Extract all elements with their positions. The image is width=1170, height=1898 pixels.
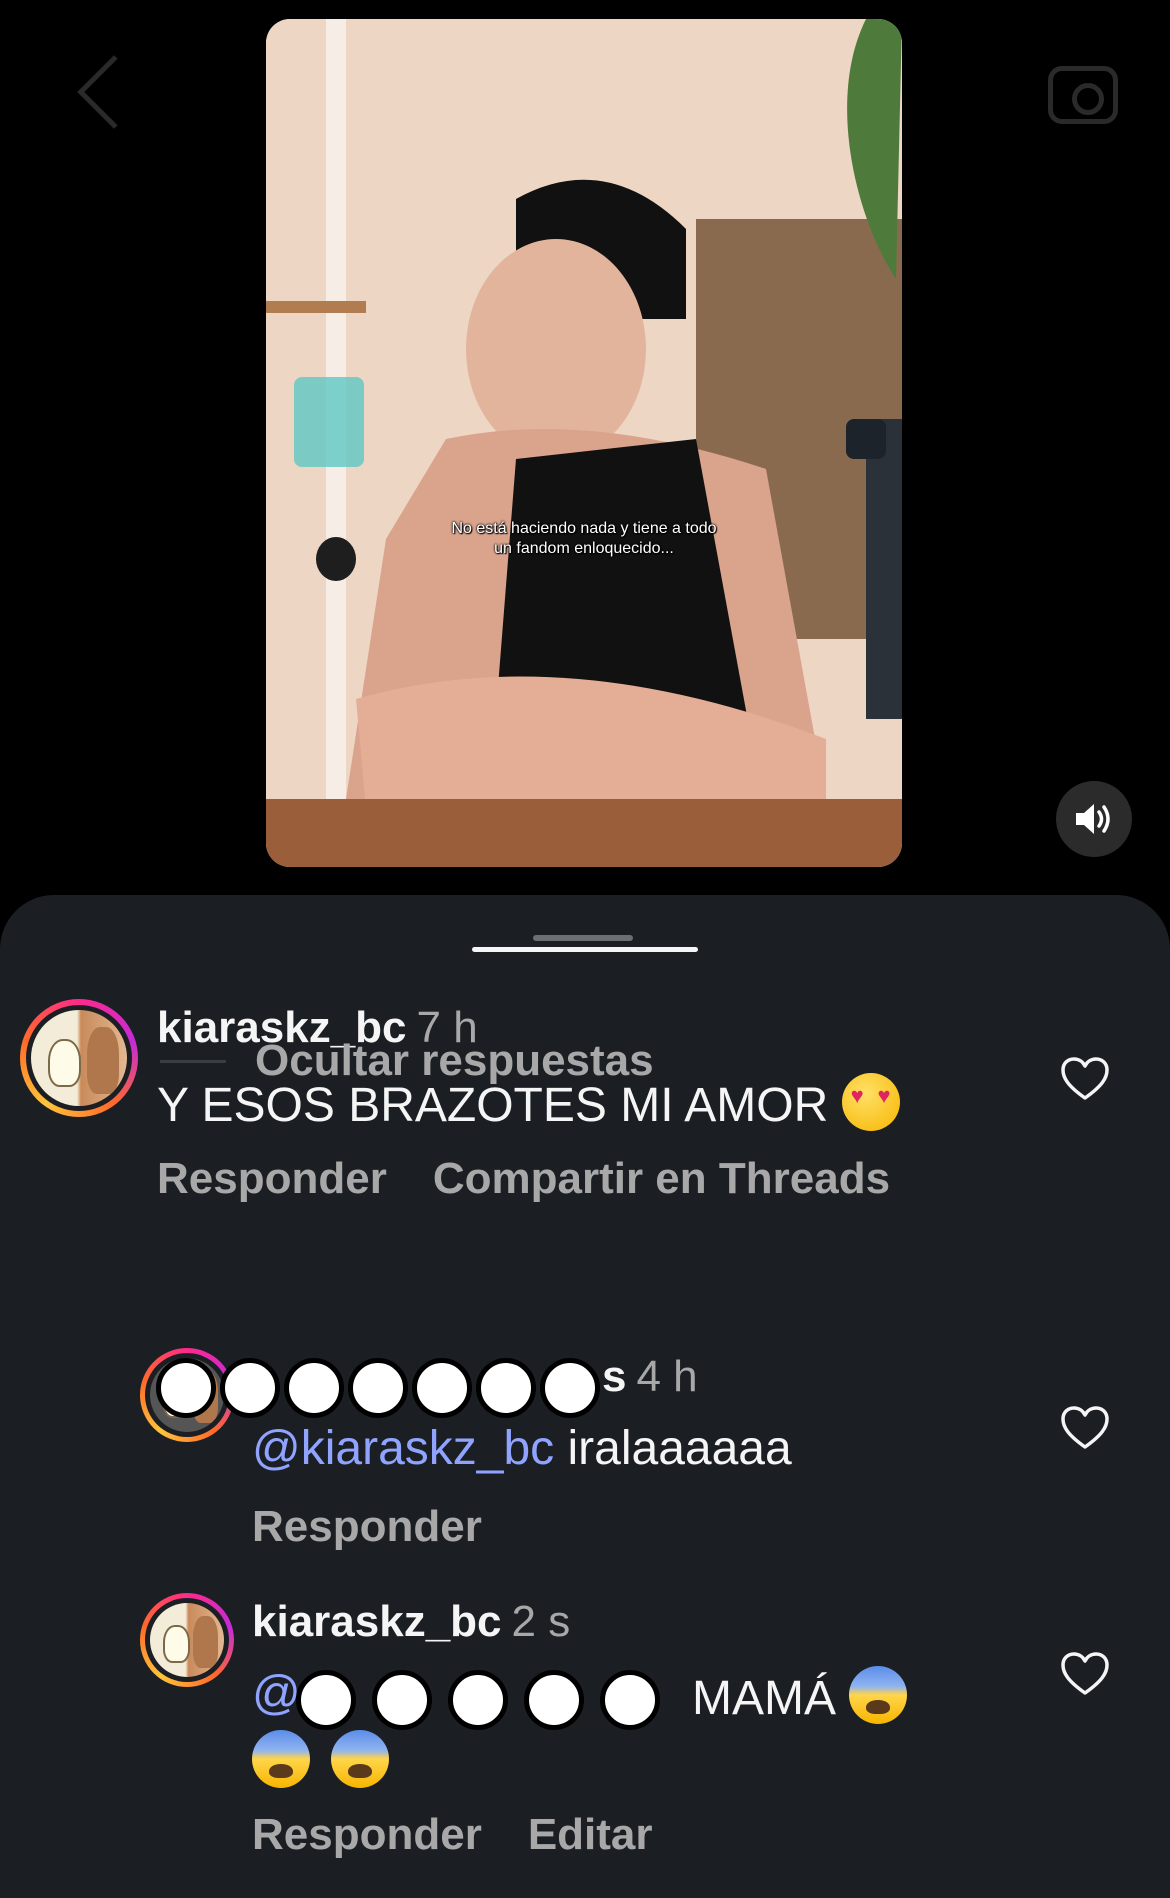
avatar[interactable] xyxy=(140,1593,234,1687)
speaker-icon xyxy=(1076,804,1110,834)
comment-body: Y ESOS BRAZOTES MI AMOR xyxy=(157,1079,829,1132)
reply-body: MAMÁ xyxy=(692,1672,836,1725)
back-arrow-icon[interactable] xyxy=(77,55,151,129)
redaction-dot xyxy=(540,1358,600,1418)
hide-replies-button[interactable]: Ocultar respuestas xyxy=(255,1036,654,1086)
reply-time: 2 s xyxy=(511,1597,571,1646)
reply-emoji-line xyxy=(252,1730,390,1790)
sound-toggle-button[interactable] xyxy=(1056,781,1132,857)
fearful-face-emoji-icon xyxy=(252,1730,310,1788)
avatar[interactable] xyxy=(20,999,138,1117)
reply-body: iralaaaaaa xyxy=(567,1422,792,1475)
reply-text-tail: MAMÁ xyxy=(692,1666,908,1726)
username-text: kiaraskz_bc xyxy=(252,1597,502,1646)
video-subtitle: No está haciendo nada y tiene a todo un … xyxy=(266,519,902,559)
reply-username[interactable]: kiaraskz_bc 2 s xyxy=(252,1597,570,1647)
avatar-image xyxy=(31,1010,127,1106)
reply-text: @kiaraskz_bc iralaaaaaa xyxy=(252,1421,792,1476)
fearful-face-emoji-icon xyxy=(331,1730,390,1788)
sheet-indicator xyxy=(472,947,698,952)
avatar-image xyxy=(150,1603,224,1677)
video-frame-image xyxy=(266,19,902,867)
reply-button[interactable]: Responder xyxy=(252,1502,482,1551)
reply-button[interactable]: Responder xyxy=(157,1154,387,1203)
reply-actions: Responder xyxy=(252,1502,528,1552)
mention-link[interactable]: @kiaraskz_bc xyxy=(252,1422,554,1475)
subtitle-line: No está haciendo nada y tiene a todo xyxy=(451,520,717,537)
redaction-dot xyxy=(476,1358,536,1418)
reply-actions: Responder Editar xyxy=(252,1810,699,1860)
reply-text: @ xyxy=(252,1666,301,1721)
like-heart-icon[interactable] xyxy=(1060,1651,1110,1697)
mention-link[interactable]: @ xyxy=(252,1667,301,1720)
heart-eyes-emoji-icon xyxy=(841,1073,900,1131)
video-player[interactable]: No está haciendo nada y tiene a todo un … xyxy=(266,19,902,867)
video-area: No está haciendo nada y tiene a todo un … xyxy=(0,0,1170,900)
redaction-dot xyxy=(600,1670,660,1730)
fearful-face-emoji-icon xyxy=(849,1666,908,1724)
username-text: s xyxy=(602,1352,627,1401)
redaction-dot xyxy=(296,1670,356,1730)
comment-actions: Responder Compartir en Threads xyxy=(157,1154,936,1204)
redaction-dot xyxy=(348,1358,408,1418)
redaction-dot xyxy=(220,1358,280,1418)
like-heart-icon[interactable] xyxy=(1060,1405,1110,1451)
redaction-dot xyxy=(412,1358,472,1418)
share-to-threads-button[interactable]: Compartir en Threads xyxy=(433,1154,890,1203)
camera-icon[interactable] xyxy=(1048,66,1118,124)
reply-button[interactable]: Responder xyxy=(252,1810,482,1859)
reply-username[interactable]: s4 h xyxy=(602,1352,698,1402)
sheet-drag-handle[interactable] xyxy=(533,935,633,941)
redaction-dot xyxy=(156,1358,216,1418)
redaction-dot xyxy=(284,1358,344,1418)
redaction-dot xyxy=(524,1670,584,1730)
edit-button[interactable]: Editar xyxy=(528,1810,653,1859)
reply-time: 4 h xyxy=(636,1352,698,1401)
replies-divider xyxy=(160,1060,226,1063)
subtitle-line: un fandom enloquecido... xyxy=(494,540,674,557)
redaction-dot xyxy=(372,1670,432,1730)
redaction-dot xyxy=(448,1670,508,1730)
like-heart-icon[interactable] xyxy=(1060,1056,1110,1102)
